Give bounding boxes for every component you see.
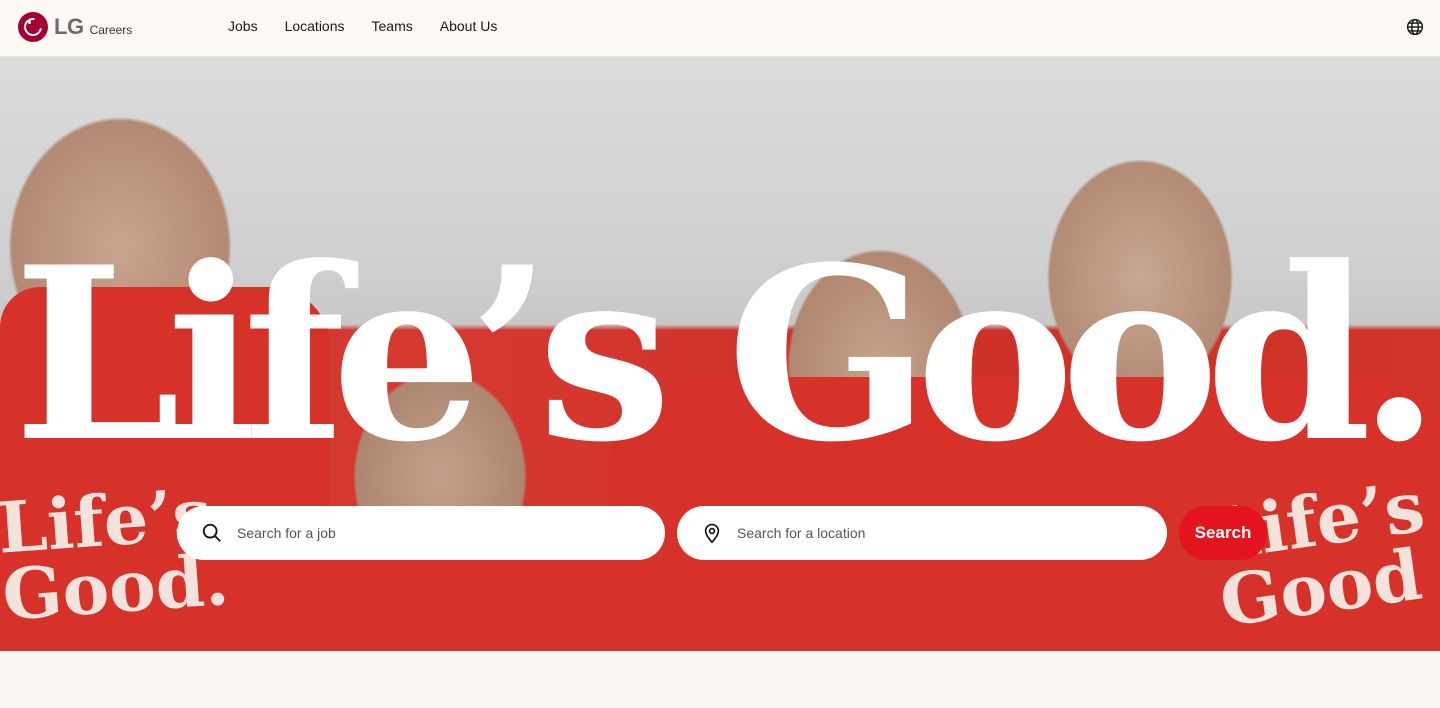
location-search-field[interactable] — [677, 506, 1167, 560]
nav-teams[interactable]: Teams — [372, 18, 413, 34]
logo-text: LG — [54, 14, 84, 39]
hero-title: Life’s Good. — [13, 216, 1440, 495]
nav-about-us[interactable]: About Us — [440, 18, 498, 34]
site-header: LG Careers Jobs Locations Teams About Us — [0, 0, 1440, 57]
job-search-input[interactable] — [237, 525, 617, 541]
lg-careers-logo[interactable]: LG Careers — [18, 12, 132, 42]
main-nav: Jobs Locations Teams About Us — [228, 18, 497, 34]
globe-icon[interactable] — [1406, 18, 1424, 36]
hero-banner: Life’s Good. Life’s Good Life’s Good. Se… — [0, 57, 1440, 651]
location-pin-icon — [704, 523, 720, 544]
location-search-input[interactable] — [737, 525, 1117, 541]
search-icon — [202, 523, 221, 542]
search-button[interactable]: Search — [1179, 506, 1267, 560]
job-search-bar: Search — [177, 506, 1267, 560]
job-search-field[interactable] — [177, 506, 665, 560]
nav-jobs[interactable]: Jobs — [228, 18, 258, 34]
nav-locations[interactable]: Locations — [285, 18, 345, 34]
logo-subtitle: Careers — [89, 23, 133, 37]
lg-logo-icon — [18, 12, 48, 42]
